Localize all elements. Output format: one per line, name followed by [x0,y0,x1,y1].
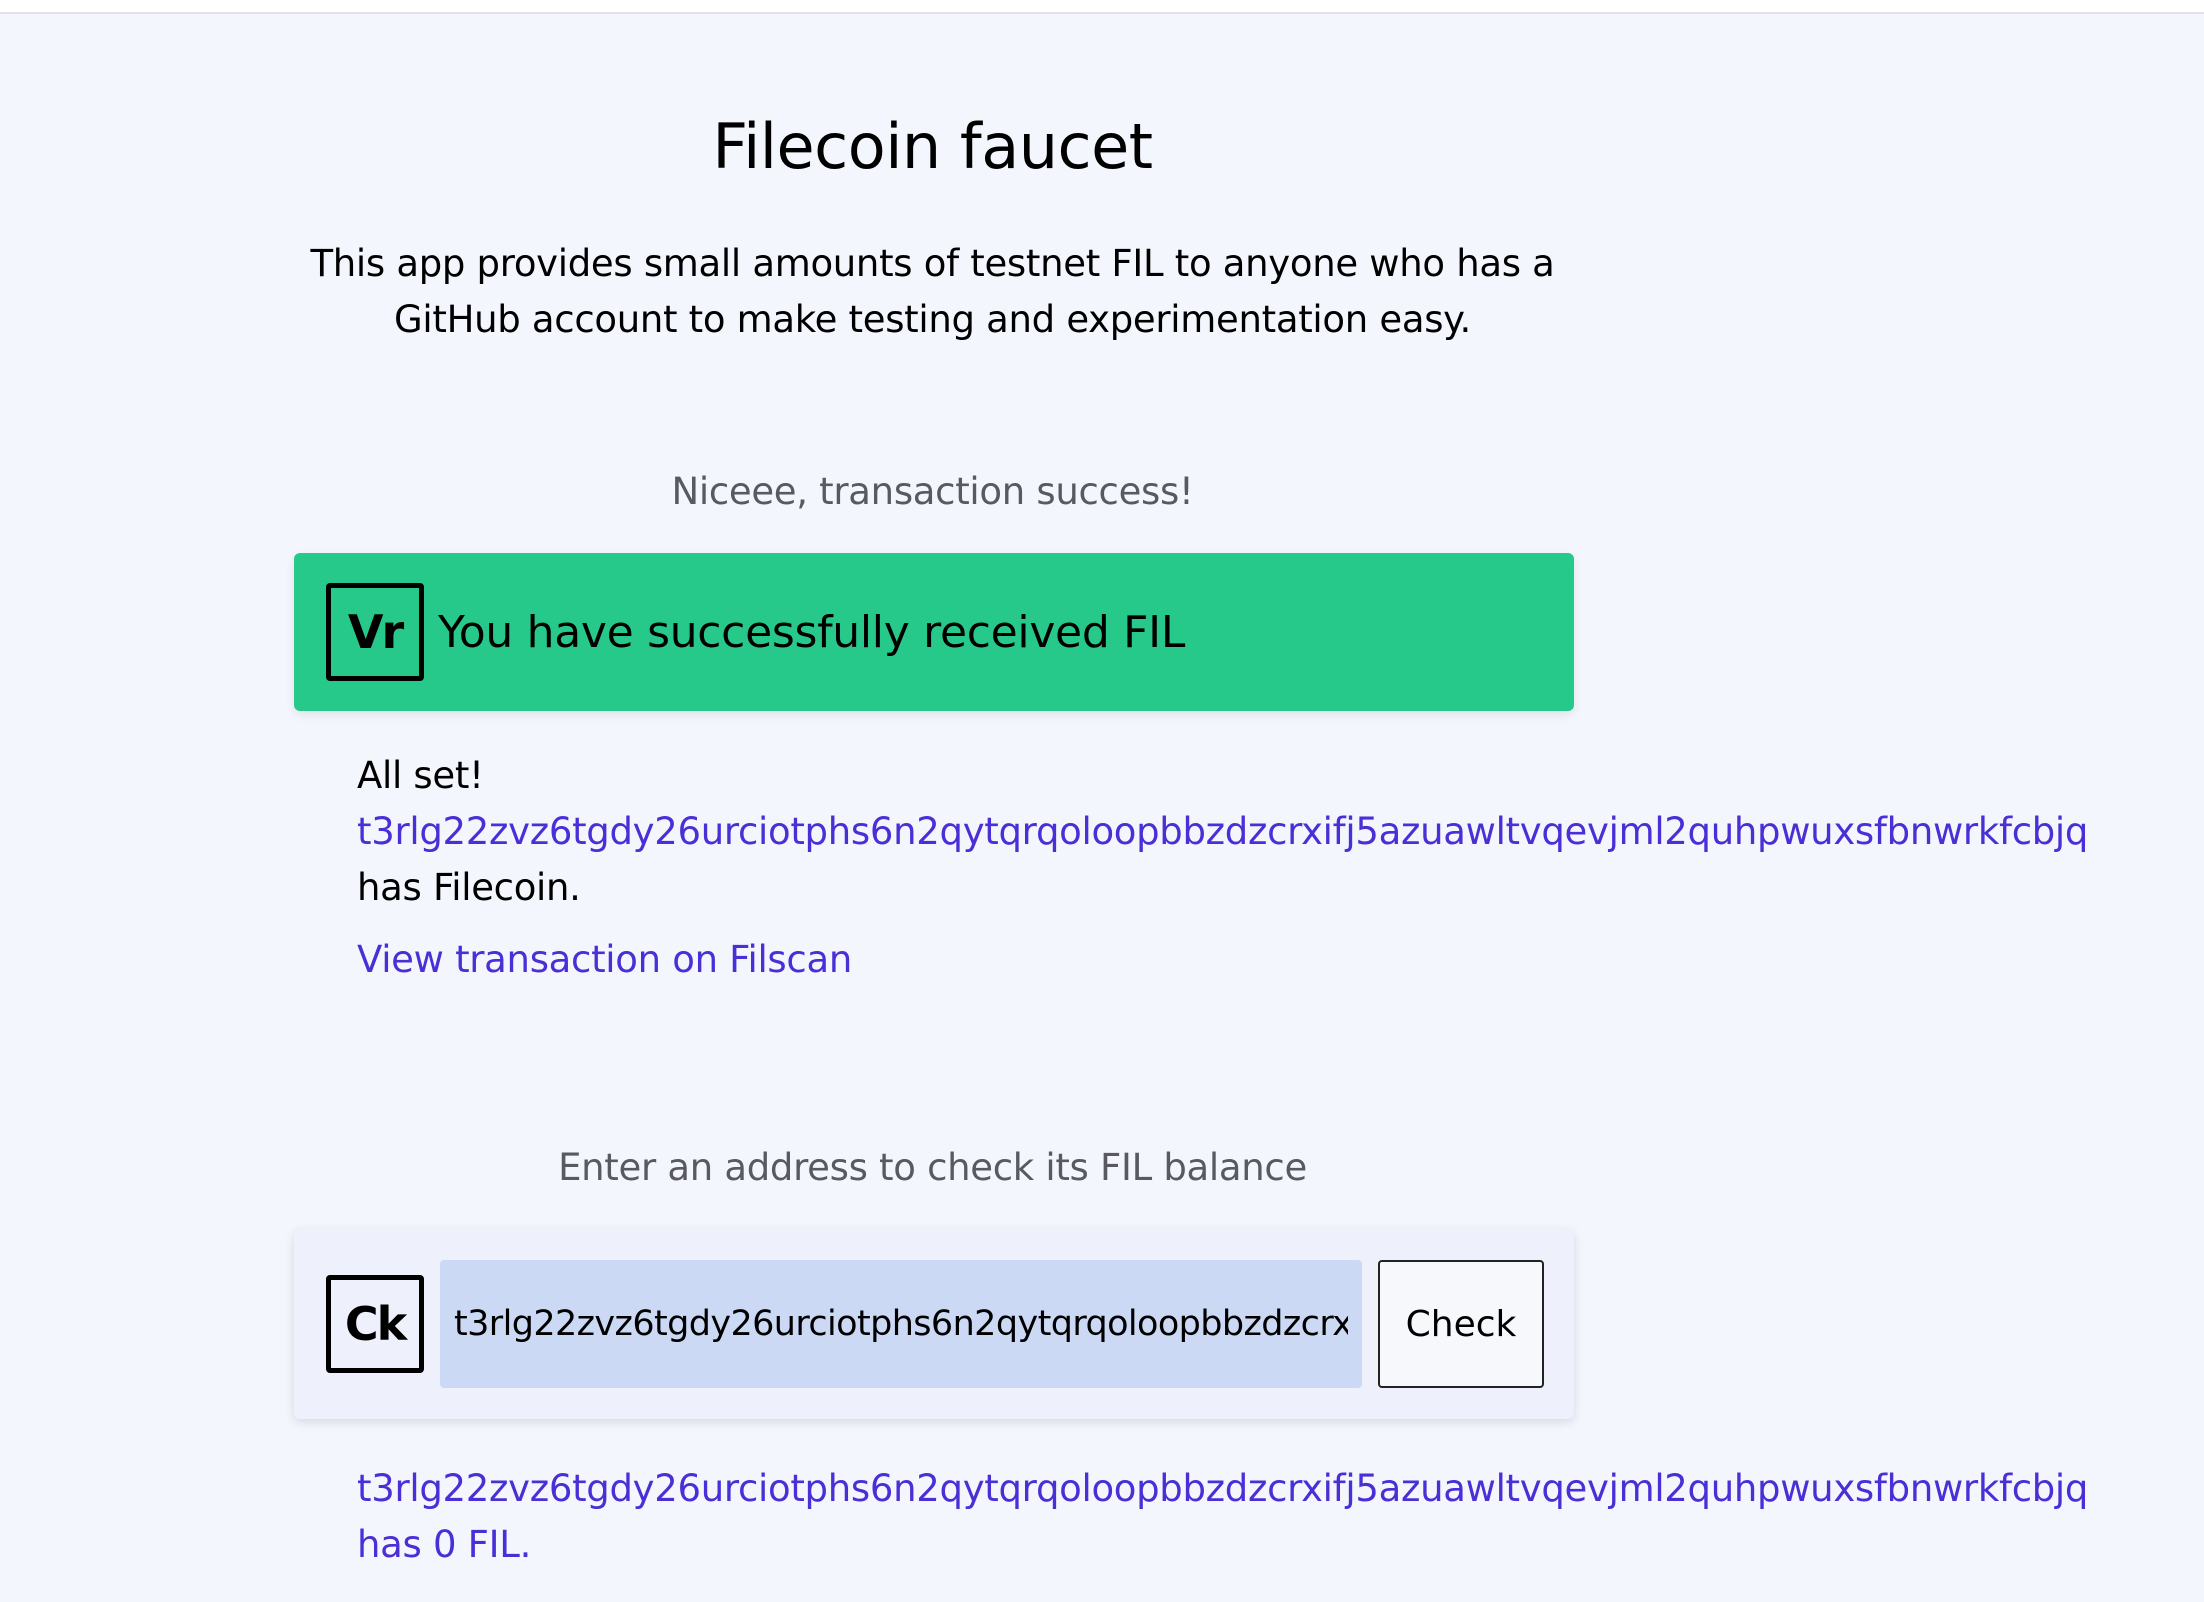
banner-message: You have successfully received FIL [438,606,1186,658]
transaction-result: All set! t3rlg22zvz6tgdy26urciotphs6n2qy… [357,748,2157,916]
success-label: Niceee, transaction success! [671,470,1194,513]
balance-result: t3rlg22zvz6tgdy26urciotphs6n2qytqrqoloop… [357,1461,2088,1573]
all-set-text: All set! [357,754,484,797]
balance-check-label: Enter an address to check its FIL balanc… [558,1146,1307,1189]
intro-text: This app provides small amounts of testn… [310,242,1555,341]
check-button[interactable]: Check [1378,1260,1544,1388]
balance-check-form: Ck Check [294,1229,1574,1419]
view-on-filscan-link[interactable]: View transaction on Filscan [357,938,852,981]
browser-top-edge [0,0,2204,14]
balance-result-amount: has 0 FIL. [357,1523,532,1566]
success-banner: Vr You have successfully received FIL [294,553,1574,711]
address-input[interactable] [440,1260,1362,1388]
recipient-address-link[interactable]: t3rlg22zvz6tgdy26urciotphs6n2qytqrqoloop… [357,804,2157,860]
page-title: Filecoin faucet [712,110,1153,183]
ck-tile-icon: Ck [326,1275,424,1373]
vr-tile-icon: Vr [326,583,424,681]
balance-result-address: t3rlg22zvz6tgdy26urciotphs6n2qytqrqoloop… [357,1467,2089,1510]
has-filecoin-text: has Filecoin. [357,866,581,909]
